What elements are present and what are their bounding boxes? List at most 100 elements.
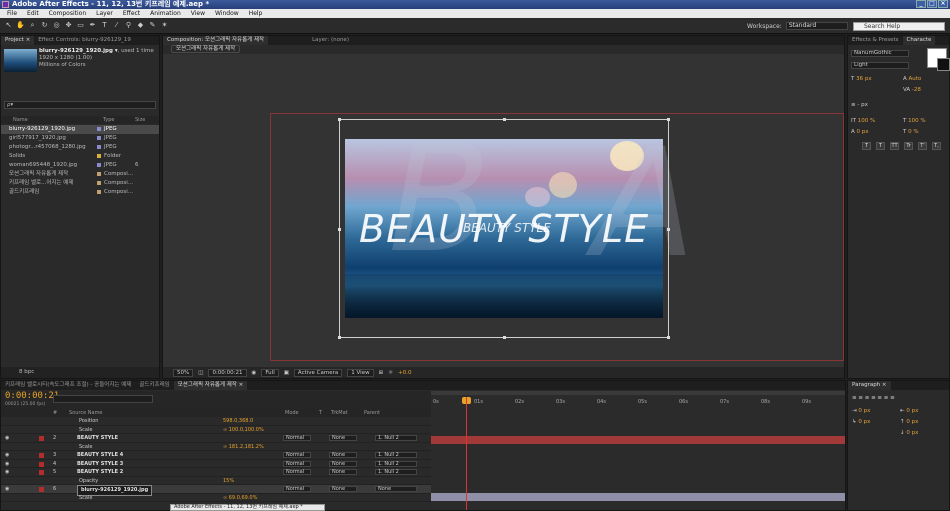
transform-handle[interactable] — [338, 336, 341, 339]
project-item[interactable]: 모션그래픽 자유롭게 제작 Composi... — [1, 170, 159, 179]
zoom-select[interactable]: 50% — [173, 368, 194, 377]
layer-duration-bar[interactable] — [431, 455, 845, 463]
project-item[interactable]: girl577917_1920.jpg JPEG — [1, 134, 159, 143]
keyframe-row[interactable] — [431, 427, 845, 435]
visibility-eye-icon[interactable]: ◉ — [5, 451, 9, 460]
search-help-input[interactable]: Search Help — [853, 22, 945, 31]
eraser-tool-icon[interactable]: ◆ — [136, 21, 145, 30]
label-color-swatch[interactable] — [97, 162, 101, 167]
selected-file-name[interactable]: blurry-926129_1920.jpg ▾ — [39, 48, 118, 54]
blend-mode-select[interactable]: Normal — [283, 469, 311, 475]
track-matte-select[interactable]: None — [329, 486, 357, 492]
layer-duration-bar[interactable] — [431, 436, 845, 444]
menu-file[interactable]: File — [2, 9, 22, 18]
label-color-swatch[interactable] — [39, 487, 44, 492]
project-item[interactable]: photogr...r457068_1280.jpg JPEG — [1, 143, 159, 152]
property-value[interactable]: ∞ 69.0,69.0% — [223, 494, 257, 503]
project-item[interactable]: blurry-926129_1920.jpg JPEG — [1, 125, 159, 134]
camera-tool-icon[interactable]: ◎ — [52, 21, 61, 30]
property-row[interactable]: Scale ∞ 100.0,100.0% — [1, 426, 431, 434]
menu-composition[interactable]: Composition — [44, 9, 91, 18]
tab-effect-controls[interactable]: Effect Controls: blurry-926129_19 — [34, 36, 135, 45]
comp-breadcrumb[interactable]: 모션그래픽 자유롭게 제작 — [171, 45, 241, 53]
label-color-swatch[interactable] — [97, 171, 101, 176]
rectangle-tool-icon[interactable]: ▭ — [76, 21, 85, 30]
layer-duration-bar[interactable] — [431, 464, 845, 473]
exposure-value[interactable]: +0.0 — [398, 370, 411, 376]
col-trkmat[interactable]: TrkMat — [331, 409, 348, 417]
indent-left-row[interactable]: ⇥ 0 px — [852, 408, 870, 414]
layer-row[interactable]: ◉ 3 BEAUTY STYLE 4 Normal None 1. Null 2 — [1, 451, 431, 460]
menu-effect[interactable]: Effect — [118, 9, 145, 18]
label-color-swatch[interactable] — [39, 470, 44, 475]
tab-paragraph[interactable]: Paragraph × — [848, 381, 891, 390]
work-area-bar[interactable] — [431, 391, 845, 395]
first-line-indent-row[interactable]: ↳ 0 px — [852, 419, 870, 425]
tab-timeline-gold[interactable]: 골드키프레임 — [135, 381, 173, 390]
roto-tool-icon[interactable]: ✎ — [148, 21, 157, 30]
superscript-button[interactable]: T' — [918, 142, 927, 150]
tsume-row[interactable]: T 0 % — [903, 129, 919, 135]
pan-behind-tool-icon[interactable]: ✥ — [64, 21, 73, 30]
label-color-swatch[interactable] — [97, 180, 101, 185]
layer-duration-bar[interactable] — [431, 493, 845, 501]
transform-handle[interactable] — [667, 228, 670, 231]
label-color-swatch[interactable] — [39, 453, 44, 458]
keyframe-row[interactable] — [431, 446, 845, 454]
col-size[interactable]: Size — [135, 116, 145, 124]
blend-mode-select[interactable]: Normal — [283, 486, 311, 492]
space-before-row[interactable]: ↑ 0 px — [900, 419, 918, 425]
tab-timeline-velocity[interactable]: 키프레임 벨로시티(속도그래프 조절) - 공들어지는 예제 — [1, 381, 135, 390]
subscript-button[interactable]: T, — [932, 142, 941, 150]
zoom-tool-icon[interactable]: ⌕ — [28, 21, 37, 30]
clone-tool-icon[interactable]: ⚲ — [124, 21, 133, 30]
layer-name[interactable]: BEAUTY STYLE 3 — [77, 460, 123, 469]
property-row[interactable]: Scale ∞ 69.0,69.0% — [1, 494, 431, 503]
maximize-button[interactable]: □ — [927, 0, 937, 8]
small-caps-button[interactable]: Tr — [904, 142, 913, 150]
hand-tool-icon[interactable]: ✋ — [16, 21, 25, 30]
parent-select[interactable]: None — [375, 486, 417, 492]
menu-edit[interactable]: Edit — [22, 9, 44, 18]
blend-mode-select[interactable]: Normal — [283, 460, 311, 467]
label-color-swatch[interactable] — [97, 153, 101, 158]
playhead-line[interactable] — [466, 397, 467, 510]
visibility-eye-icon[interactable]: ◉ — [5, 485, 9, 494]
grid-icon[interactable]: ⊞ — [379, 370, 384, 376]
camera-icon[interactable]: ◉ — [252, 370, 257, 376]
current-time[interactable]: 0:00:00:21 — [208, 368, 247, 377]
timeline-graph[interactable]: 0s 01s 02s 03s 04s 05s 06s 07s 08s 09s — [431, 391, 845, 510]
col-parent[interactable]: Parent — [364, 409, 380, 417]
tab-composition[interactable]: Composition: 모션그래픽 자유롭게 제작 — [163, 36, 269, 45]
resolution-select[interactable]: Full — [261, 368, 279, 377]
view-layout-select[interactable]: 1 View — [347, 368, 374, 377]
type-tool-icon[interactable]: T — [100, 21, 109, 30]
label-color-swatch[interactable] — [39, 461, 44, 467]
stroke-width-row[interactable]: ≡ - px — [851, 102, 868, 108]
close-button[interactable]: × — [938, 0, 948, 8]
visibility-eye-icon[interactable]: ◉ — [5, 468, 9, 477]
project-item[interactable]: 골드키프레임 Composi... — [1, 188, 159, 197]
font-family-select[interactable]: NanumGothic — [851, 50, 909, 57]
menu-animation[interactable]: Animation — [145, 9, 186, 18]
layer-row[interactable]: ◉ 6 blurry-926129_1920.jpg Normal None None — [1, 485, 431, 496]
minimize-button[interactable]: _ — [916, 0, 926, 8]
layer-duration-bar[interactable] — [431, 474, 845, 482]
layer-bounding-box[interactable] — [338, 118, 670, 339]
brush-tool-icon[interactable]: ⁄ — [112, 21, 121, 30]
transform-handle[interactable] — [667, 336, 670, 339]
visibility-eye-icon[interactable]: ◉ — [5, 460, 9, 469]
transform-handle[interactable] — [338, 118, 341, 121]
tab-layer[interactable]: Layer: (none) — [308, 36, 353, 45]
timeline-timecode[interactable]: 0:00:00:21 — [5, 391, 59, 401]
col-mode[interactable]: Mode — [285, 409, 299, 417]
layer-name[interactable]: BEAUTY STYLE 2 — [77, 468, 123, 477]
property-value[interactable]: 15% — [223, 477, 234, 486]
transform-handle[interactable] — [667, 118, 670, 121]
track-matte-select[interactable]: None — [329, 469, 357, 475]
workspace-select[interactable]: Standard — [785, 22, 848, 30]
layer-row[interactable]: ◉ 2 BEAUTY STYLE Normal None 1. Null 2 — [1, 434, 431, 443]
label-color-swatch[interactable] — [97, 135, 101, 140]
col-type[interactable]: Type — [95, 116, 135, 124]
layer-row[interactable]: ◉ 4 BEAUTY STYLE 3 Normal None 1. Null 2 — [1, 460, 431, 469]
